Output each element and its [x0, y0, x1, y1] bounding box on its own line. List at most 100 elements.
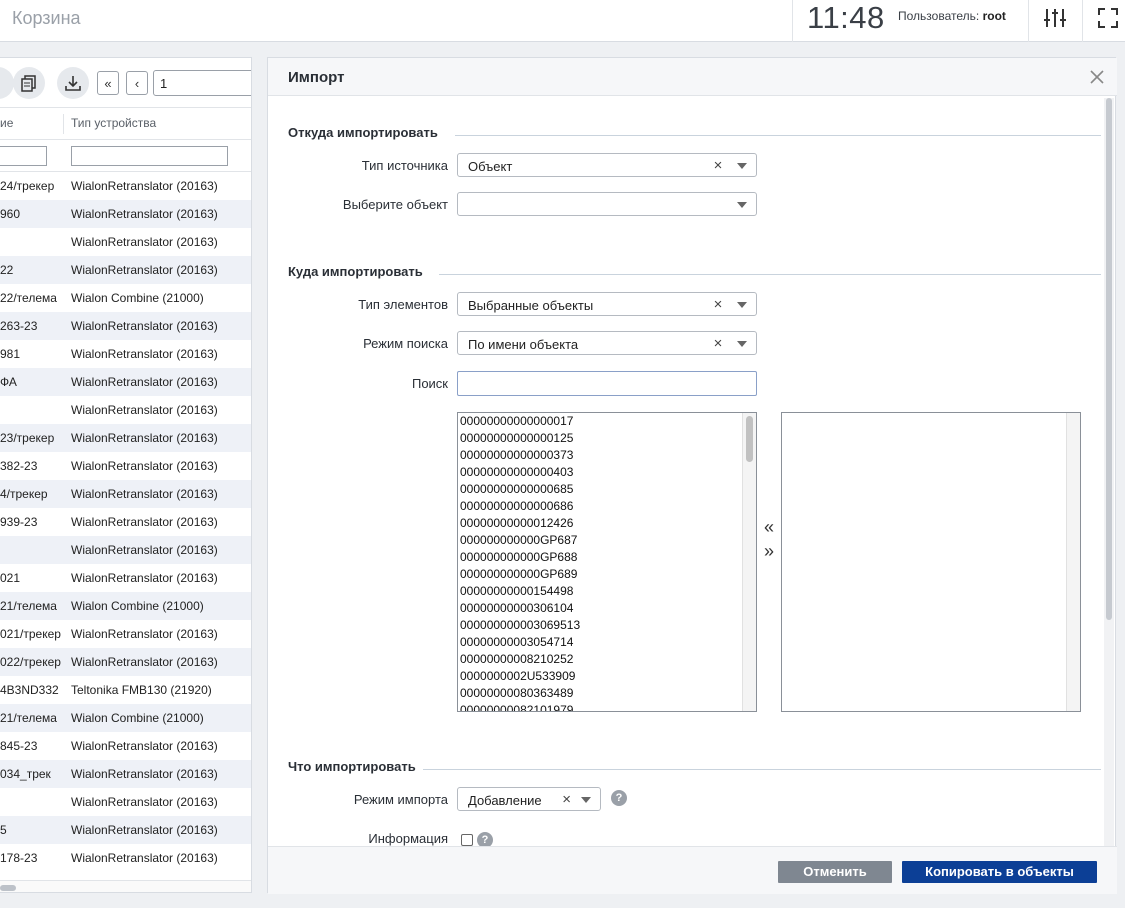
list-item[interactable]: 00000000003054714 [458, 634, 756, 651]
first-page-button[interactable]: « [97, 71, 119, 95]
table-row[interactable]: WialonRetranslator (20163) [0, 396, 251, 424]
list-item[interactable]: 000000000000GP688 [458, 549, 756, 566]
list-item[interactable]: 000000000003069513 [458, 617, 756, 634]
chevron-down-icon[interactable] [737, 163, 747, 169]
chevron-down-icon[interactable] [737, 202, 747, 208]
table-row[interactable]: ФА WialonRetranslator (20163) [0, 368, 251, 396]
list-item[interactable]: 00000000008210252 [458, 651, 756, 668]
help-icon[interactable]: ? [477, 832, 493, 846]
help-icon[interactable]: ? [611, 790, 627, 806]
table-row[interactable]: WialonRetranslator (20163) [0, 536, 251, 564]
chevron-down-icon[interactable] [737, 341, 747, 347]
fullscreen-icon[interactable] [1095, 5, 1121, 31]
list-item[interactable]: 00000000000154498 [458, 583, 756, 600]
chevron-down-icon[interactable] [581, 797, 591, 803]
table-row[interactable]: 21/телема Wialon Combine (21000) [0, 592, 251, 620]
row-name: 034_трек [0, 767, 51, 781]
section-what-title: Что импортировать [288, 759, 416, 774]
row-name: 845-23 [0, 739, 38, 753]
dialog-scrollbar[interactable] [1104, 98, 1114, 848]
table-row[interactable]: 021/трекер WialonRetranslator (20163) [0, 620, 251, 648]
available-objects-list[interactable]: 00000000000000017 00000000000000125 000000… [457, 412, 757, 712]
table-row[interactable]: 021 WialonRetranslator (20163) [0, 564, 251, 592]
column-header-device-type[interactable]: Тип устройства [71, 116, 156, 130]
list-item[interactable]: 00000000000012426 [458, 515, 756, 532]
table-row[interactable]: 382-23 WialonRetranslator (20163) [0, 452, 251, 480]
source-type-select[interactable]: Объект × [457, 153, 757, 177]
element-type-select[interactable]: Выбранные объекты × [457, 292, 757, 316]
search-mode-select[interactable]: По имени объекта × [457, 331, 757, 355]
table-row[interactable]: 24/трекер WialonRetranslator (20163) [0, 172, 251, 200]
row-name: 4B3ND332 [0, 683, 59, 697]
list-item[interactable]: 00000000080363489 [458, 685, 756, 702]
list-item[interactable]: 00000000000000125 [458, 430, 756, 447]
select-object-label: Выберите объект [342, 197, 448, 212]
table-row[interactable]: 178-23 WialonRetranslator (20163) [0, 844, 251, 872]
scrollbar-thumb[interactable] [0, 885, 16, 891]
device-type-filter-input[interactable] [71, 146, 228, 166]
name-filter-input[interactable] [0, 146, 47, 166]
table-row[interactable]: 5 WialonRetranslator (20163) [0, 816, 251, 844]
close-icon[interactable] [1087, 67, 1107, 87]
toolbar-button[interactable] [0, 67, 14, 99]
row-device-type: WialonRetranslator (20163) [71, 823, 218, 837]
table-row[interactable]: 23/трекер WialonRetranslator (20163) [0, 424, 251, 452]
user-name[interactable]: root [983, 9, 1006, 23]
clear-icon[interactable]: × [562, 792, 571, 807]
table-row[interactable]: 034_трек WialonRetranslator (20163) [0, 760, 251, 788]
list-item[interactable]: 000000000000GP689 [458, 566, 756, 583]
list-item[interactable]: 00000000000000686 [458, 498, 756, 515]
horizontal-scrollbar[interactable] [0, 880, 251, 892]
table-row[interactable]: 4B3ND332 Teltonika FMB130 (21920) [0, 676, 251, 704]
import-mode-value: Добавление [468, 793, 542, 808]
row-device-type: WialonRetranslator (20163) [71, 571, 218, 585]
table-row[interactable]: 845-23 WialonRetranslator (20163) [0, 732, 251, 760]
table-row[interactable]: 939-23 WialonRetranslator (20163) [0, 508, 251, 536]
download-icon[interactable] [57, 67, 89, 99]
list-item[interactable]: 00000000082101979 [458, 702, 756, 711]
scrollbar-thumb[interactable] [746, 416, 753, 462]
selected-objects-list[interactable] [781, 412, 1081, 712]
copy-to-objects-button[interactable]: Копировать в объекты [902, 861, 1097, 883]
list-item[interactable]: 00000000000000685 [458, 481, 756, 498]
clear-icon[interactable]: × [712, 297, 724, 312]
table-row[interactable]: 22 WialonRetranslator (20163) [0, 256, 251, 284]
move-right-button[interactable]: » [762, 541, 776, 562]
settings-sliders-icon[interactable] [1042, 5, 1068, 31]
list-scrollbar[interactable] [1066, 413, 1080, 711]
table-row[interactable]: 263-23 WialonRetranslator (20163) [0, 312, 251, 340]
scrollbar-thumb[interactable] [1106, 98, 1112, 620]
list-item[interactable]: 000000000000GP687 [458, 532, 756, 549]
page-number-input[interactable]: 1 [153, 70, 251, 96]
prev-page-button[interactable]: ‹ [126, 71, 148, 95]
element-type-label: Тип элементов [358, 297, 448, 312]
list-item[interactable]: 00000000000000403 [458, 464, 756, 481]
table-row[interactable]: 4/трекер WialonRetranslator (20163) [0, 480, 251, 508]
list-scrollbar[interactable] [742, 413, 756, 711]
table-row[interactable]: 981 WialonRetranslator (20163) [0, 340, 251, 368]
clear-icon[interactable]: × [712, 158, 724, 173]
copy-icon[interactable] [13, 67, 45, 99]
chevron-down-icon[interactable] [737, 302, 747, 308]
row-name: 939-23 [0, 515, 38, 529]
row-name: 263-23 [0, 319, 38, 333]
list-item[interactable]: 00000000000000373 [458, 447, 756, 464]
column-header-name[interactable]: ие [0, 116, 13, 130]
search-input[interactable] [457, 371, 757, 396]
table-row[interactable]: 21/телема Wialon Combine (21000) [0, 704, 251, 732]
clear-icon[interactable]: × [712, 336, 724, 351]
list-item[interactable]: 0000000002U533909 [458, 668, 756, 685]
cancel-button[interactable]: Отменить [778, 861, 892, 883]
table-row[interactable]: 22/телема Wialon Combine (21000) [0, 284, 251, 312]
info-checkbox[interactable] [461, 834, 473, 846]
list-item[interactable]: 00000000000306104 [458, 600, 756, 617]
table-row[interactable]: 960 WialonRetranslator (20163) [0, 200, 251, 228]
move-left-button[interactable]: « [762, 517, 776, 538]
table-row[interactable]: WialonRetranslator (20163) [0, 788, 251, 816]
select-object-select[interactable] [457, 192, 757, 216]
list-item[interactable]: 00000000000000017 [458, 413, 756, 430]
import-mode-select[interactable]: Добавление × [457, 787, 601, 811]
table-row[interactable]: WialonRetranslator (20163) [0, 228, 251, 256]
table-row[interactable]: 022/трекер WialonRetranslator (20163) [0, 648, 251, 676]
row-name: 5 [0, 823, 7, 837]
